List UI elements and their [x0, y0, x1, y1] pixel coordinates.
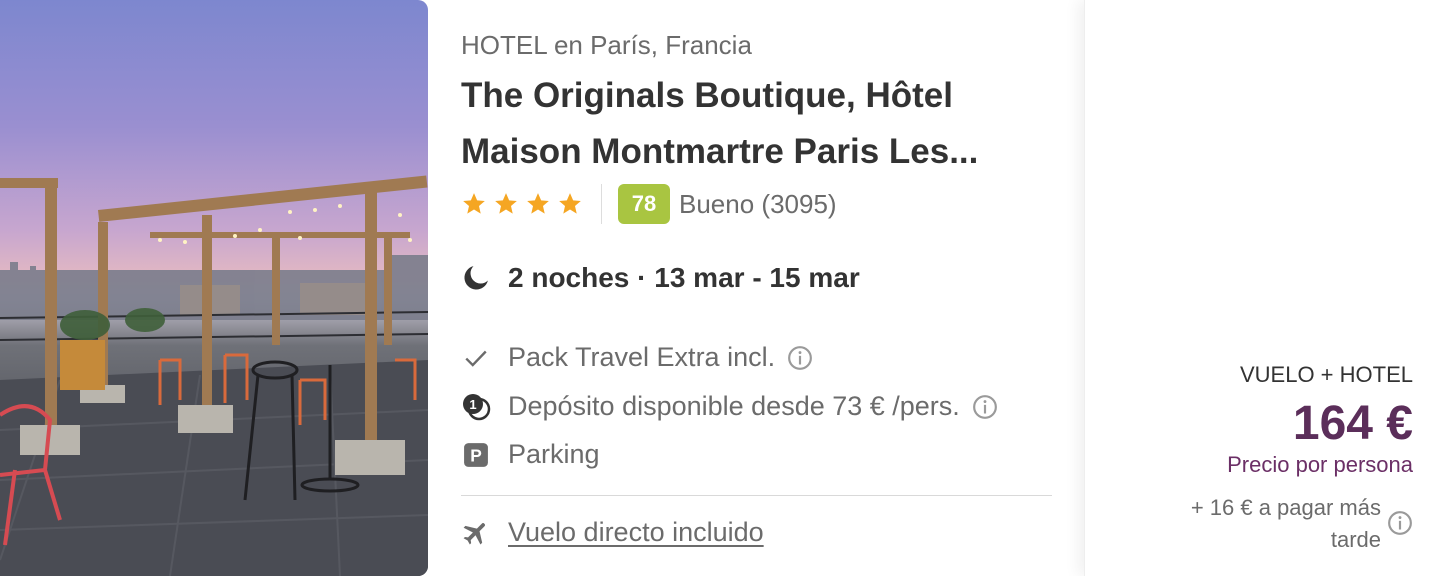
star-icon [463, 193, 485, 214]
parking-icon: P [461, 440, 491, 470]
price-amount[interactable]: 164 € [1293, 396, 1413, 451]
section-divider [461, 495, 1052, 496]
deposit-icon: 1 [461, 392, 491, 422]
flight-row: Vuelo directo incluido [461, 517, 764, 548]
star-icon [527, 193, 549, 214]
direct-flight-link[interactable]: Vuelo directo incluido [508, 517, 764, 548]
feature-parking-label: Parking [508, 439, 600, 469]
rooftop-terrace-image [0, 175, 428, 576]
check-icon [461, 343, 491, 373]
svg-text:1: 1 [469, 397, 476, 412]
price-per-person: Precio por persona [1227, 452, 1413, 477]
star-icon [495, 193, 517, 214]
hotel-name-line1[interactable]: The Originals Boutique, Hôtel [461, 68, 1061, 124]
rating-divider [601, 184, 602, 224]
info-icon[interactable] [972, 394, 998, 420]
feature-deposit-label: Depósito disponible desde 73 € /pers. [508, 391, 960, 421]
hotel-location: HOTEL en París, Francia [461, 30, 752, 60]
moon-icon [464, 266, 488, 290]
hotel-stars [461, 191, 583, 217]
feature-parking: P Parking [461, 439, 600, 470]
pay-later-text: + 16 € a pagar más tarde [1190, 495, 1381, 552]
hotel-name-line2[interactable]: Maison Montmartre Paris Les... [461, 124, 1061, 180]
price-panel[interactable]: VUELO + HOTEL 164 € Precio por persona +… [1084, 0, 1436, 576]
hotel-card[interactable]: HOTEL en París, Francia The Originals Bo… [0, 0, 1436, 576]
svg-text:P: P [470, 445, 482, 465]
rating-row: 78 Bueno (3095) [461, 184, 837, 224]
stay-text: 2 noches · 13 mar - 15 mar [508, 262, 860, 293]
package-type: VUELO + HOTEL [1239, 362, 1413, 387]
feature-pack-label: Pack Travel Extra incl. [508, 342, 776, 372]
feature-pack: Pack Travel Extra incl. [461, 342, 813, 373]
info-icon[interactable] [787, 345, 813, 371]
stay-dates: 2 noches · 13 mar - 15 mar [461, 262, 860, 294]
feature-deposit: 1 Depósito disponible desde 73 € /pers. [461, 391, 998, 422]
info-icon[interactable] [1387, 510, 1413, 536]
star-icon [559, 193, 581, 214]
hotel-photo[interactable] [0, 0, 428, 576]
review-score-text[interactable]: Bueno (3095) [679, 189, 837, 220]
hotel-name[interactable]: The Originals Boutique, Hôtel Maison Mon… [461, 68, 1061, 180]
plane-icon [463, 522, 485, 544]
review-score-badge[interactable]: 78 [618, 184, 670, 224]
